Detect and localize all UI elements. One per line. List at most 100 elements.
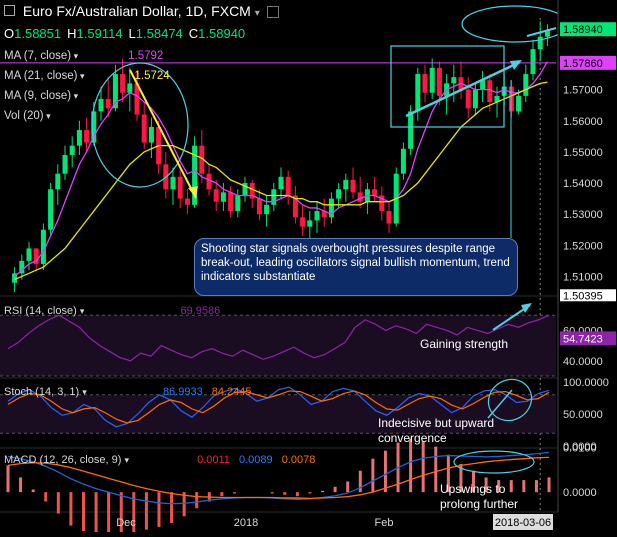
candle-body [228, 192, 234, 212]
macd-tick-label: 0.0000 [563, 487, 597, 499]
candle-body [285, 176, 291, 196]
candle-body [264, 204, 270, 215]
callout-text: Shooting star signals overbought pressur… [201, 243, 510, 283]
candle-body [516, 95, 522, 112]
macd-hist-value: 0.0011 [197, 454, 230, 466]
indicator-label: Vol (20) [4, 110, 44, 122]
candle-body [436, 67, 442, 96]
candle-body [76, 130, 82, 146]
candle-body [314, 211, 320, 221]
chevron-down-icon[interactable]: ▾ [71, 51, 79, 61]
trading-chart: 1.58940 1.57860 1.57000 1.56000 1.55000 1.540… [0, 0, 617, 534]
candle-body [357, 192, 363, 202]
settings-icon[interactable] [266, 6, 279, 19]
chart-title-row: Euro Fx/Australian Dollar, 1D, FXCM ▾ [4, 3, 279, 19]
candle-body [48, 189, 54, 230]
candle-body [271, 189, 277, 205]
rsi-tick-label: 40.0000 [563, 356, 603, 368]
time-tick-label: 2018 [234, 517, 258, 529]
candle-body [530, 49, 536, 75]
ohlc-o: O1.58851 [4, 26, 62, 41]
indicator-label: MA (9, close) [4, 90, 72, 102]
price-tick-label: 1.58940 [563, 24, 603, 36]
candle-body [235, 195, 241, 212]
rsi-arrow-head [521, 303, 532, 313]
candle-body [127, 83, 133, 93]
price-tick-label: 1.56000 [563, 116, 603, 128]
candle-body [350, 179, 356, 193]
indicator-label: MA (21, close) [4, 70, 78, 82]
indicator-2[interactable]: MA (9, close) ▾ [4, 90, 78, 102]
indicator-3[interactable]: Vol (20) ▾ [4, 110, 51, 122]
stoch-label: Stoch (14, 3, 1) [4, 386, 80, 398]
macd-note: Upswings to prolong further [440, 482, 519, 511]
candle-body [105, 98, 111, 109]
candle-body [69, 145, 75, 155]
price-tick-label: 1.57000 [563, 85, 603, 97]
chevron-down-icon[interactable]: ▾ [255, 8, 260, 19]
stoch-k-value: 86.9933 [162, 386, 203, 398]
candle-body [170, 176, 176, 190]
indicator-value: 1.5792 [128, 50, 164, 62]
chevron-down-icon[interactable]: ▾ [71, 91, 79, 101]
rsi-legend: RSI (14, close) ▾ 69.9586 [4, 305, 220, 317]
chevron-down-icon[interactable]: ▾ [44, 111, 51, 121]
indicator-value: 1.5724 [134, 70, 170, 82]
macd-value: 0.0089 [238, 454, 273, 466]
candle-body [184, 198, 190, 205]
candle-body [472, 89, 478, 109]
candle-body [465, 89, 471, 109]
ohlc-h: H1.59114 [67, 26, 123, 41]
macd-legend: MACD (12, 26, close, 9) ▾ 0.0011 0.0089 … [4, 454, 315, 466]
candle-body [55, 173, 61, 190]
candle-body [256, 198, 262, 215]
candle-body [26, 248, 32, 261]
price-tick-label: 1.55000 [563, 147, 603, 159]
candle-body [415, 74, 421, 112]
top-arrow [526, 27, 557, 37]
analysis-callout: Shooting star signals overbought pressur… [194, 238, 518, 296]
candle-body [177, 176, 183, 199]
price-tick-label: 1.50395 [563, 290, 603, 302]
time-tick-label: Dec [116, 517, 136, 529]
candle-body [386, 211, 392, 224]
candle-body [206, 173, 212, 190]
ohlc-row: O1.58851 H1.59114 L1.58474 C1.58940 [4, 26, 251, 41]
price-tick-label: 1.51000 [563, 271, 603, 283]
candle-body [372, 189, 378, 196]
candle-body [523, 74, 529, 96]
candle-body [148, 126, 154, 143]
macd-tick-label: 0.0100 [563, 443, 597, 455]
indicator-1[interactable]: MA (21, close) ▾ 1.5724 [4, 70, 170, 82]
price-tick-label: 1.54000 [563, 178, 603, 190]
rsi-note: Gaining strength [420, 337, 509, 351]
candle-body [307, 220, 313, 227]
macd-ellipse [453, 450, 535, 474]
downtrend-arrow [129, 69, 197, 199]
candle-body [141, 114, 147, 143]
candle-body [343, 179, 349, 190]
candle-body [98, 98, 104, 112]
time-tick-label: 2018-03-06 [495, 517, 551, 529]
macd-signal-value: 0.0078 [281, 454, 316, 466]
price-tick-label: 1.57860 [563, 58, 603, 70]
indicator-0[interactable]: MA (7, close) ▾ 1.5792 [4, 50, 163, 62]
chevron-down-icon[interactable]: ▾ [82, 387, 87, 397]
indicator-label: MA (7, close) [4, 50, 72, 62]
collapse-icon[interactable] [4, 5, 15, 16]
candle-body [336, 189, 342, 199]
breakout-arrow-head [510, 60, 522, 70]
ohlc-c: C1.58940 [188, 26, 246, 41]
candle-body [213, 189, 219, 202]
chevron-down-icon[interactable]: ▾ [124, 455, 129, 465]
chart-title: Euro Fx/Australian Dollar, 1D, FXCM [22, 3, 251, 19]
top-ellipse [461, 5, 569, 43]
candle-body [451, 77, 457, 84]
candle-body [300, 217, 306, 227]
candle-body [487, 80, 493, 103]
candle-body [220, 192, 226, 202]
chevron-down-icon[interactable]: ▾ [80, 306, 85, 316]
stoch-note: Indecisive but upward convergence [378, 416, 495, 445]
chevron-down-icon[interactable]: ▾ [78, 71, 85, 81]
stoch-legend: Stoch (14, 3, 1) ▾ 86.9933 84.2445 [4, 386, 252, 398]
